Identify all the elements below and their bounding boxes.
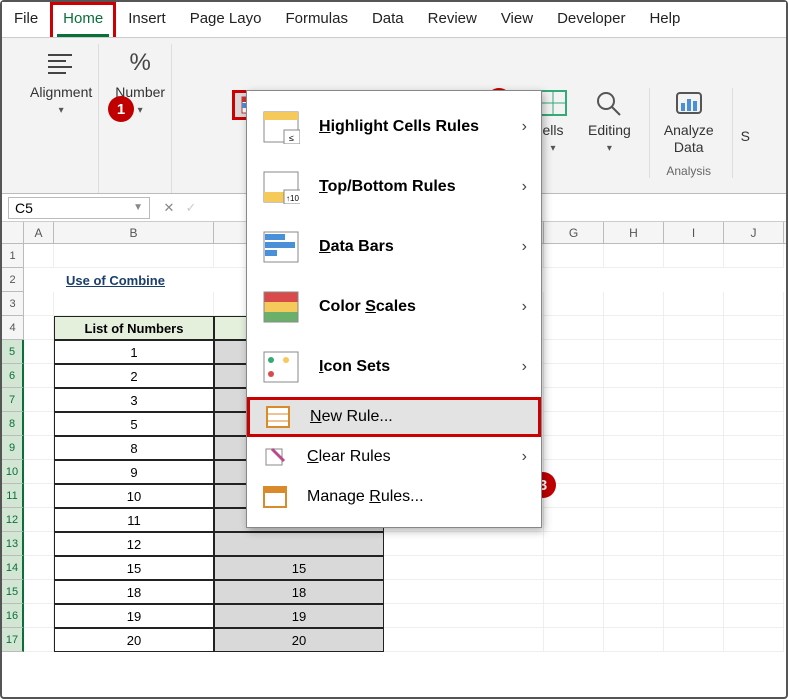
row-15: 15 18 18 bbox=[2, 580, 786, 604]
colhead-b[interactable]: B bbox=[54, 222, 214, 243]
clearrules-icon bbox=[261, 439, 289, 475]
colorscales-icon bbox=[261, 289, 301, 325]
topbottom-icon: ↑10 bbox=[261, 169, 301, 205]
menu-databars-label: Data Bars bbox=[319, 238, 394, 256]
tab-data[interactable]: Data bbox=[360, 2, 416, 37]
row-17: 17 20 20 bbox=[2, 628, 786, 652]
colhead-i[interactable]: I bbox=[664, 222, 724, 243]
search-icon bbox=[592, 88, 626, 118]
tab-formulas[interactable]: Formulas bbox=[273, 2, 360, 37]
menu-highlight-cells-rules[interactable]: ≤ Highlight Cells Rules › bbox=[247, 97, 541, 157]
chevron-down-icon: ▾ bbox=[588, 143, 631, 154]
accept-edit-icon[interactable]: ✓ bbox=[180, 200, 202, 216]
group-s-label: S bbox=[741, 128, 750, 145]
tab-developer[interactable]: Developer bbox=[545, 2, 637, 37]
group-analyze-label1: Analyze bbox=[664, 122, 714, 139]
svg-text:≤: ≤ bbox=[289, 133, 294, 143]
group-analyze[interactable]: Analyze Data Analysis bbox=[649, 88, 714, 178]
svg-text:↑10: ↑10 bbox=[286, 194, 299, 203]
chevron-right-icon: › bbox=[522, 178, 527, 196]
ribbon-right-groups: ells ▾ Editing ▾ Analyze Data Analys bbox=[536, 88, 750, 178]
menu-icon-sets[interactable]: Icon Sets › bbox=[247, 337, 541, 397]
chevron-right-icon: › bbox=[522, 118, 527, 136]
menu-clear-rules[interactable]: Clear Rules › bbox=[247, 437, 541, 477]
colhead-g[interactable]: G bbox=[544, 222, 604, 243]
highlight-cells-icon: ≤ bbox=[261, 109, 301, 145]
menu-color-scales[interactable]: Color Scales › bbox=[247, 277, 541, 337]
callout-1: 1 bbox=[108, 96, 134, 122]
analyze-icon bbox=[672, 88, 706, 118]
group-analysis-caption: Analysis bbox=[664, 164, 714, 178]
chevron-right-icon: › bbox=[522, 448, 527, 466]
colhead-j[interactable]: J bbox=[724, 222, 784, 243]
tab-page-layout[interactable]: Page Layo bbox=[178, 2, 274, 37]
align-icon bbox=[44, 48, 78, 78]
group-alignment[interactable]: Alignment ▾ bbox=[24, 44, 99, 193]
chevron-down-icon: ▼ bbox=[133, 202, 143, 213]
colhead-h[interactable]: H bbox=[604, 222, 664, 243]
row-14: 14 15 15 bbox=[2, 556, 786, 580]
group-sensitivity[interactable]: S bbox=[732, 88, 750, 178]
newrule-icon bbox=[264, 399, 292, 435]
group-editing[interactable]: Editing ▾ bbox=[588, 88, 631, 178]
group-alignment-label: Alignment bbox=[30, 84, 92, 101]
menu-manage-rules[interactable]: Manage Rules... bbox=[247, 477, 541, 517]
header-list-of-numbers: List of Numbers bbox=[54, 316, 214, 340]
chevron-right-icon: › bbox=[522, 238, 527, 256]
menu-clear-label: Clear Rules bbox=[307, 448, 391, 466]
tab-insert[interactable]: Insert bbox=[116, 2, 178, 37]
row-16: 16 19 19 bbox=[2, 604, 786, 628]
tab-help[interactable]: Help bbox=[637, 2, 692, 37]
percent-icon: % bbox=[123, 48, 157, 78]
group-analyze-label2: Data bbox=[664, 139, 714, 156]
name-box[interactable]: C5 ▼ bbox=[8, 197, 150, 219]
colhead-a[interactable]: A bbox=[24, 222, 54, 243]
ribbon-tabs: File Home Insert Page Layo Formulas Data… bbox=[2, 2, 786, 38]
menu-new-rule[interactable]: New Rule... bbox=[247, 397, 541, 437]
tab-view[interactable]: View bbox=[489, 2, 545, 37]
tab-review[interactable]: Review bbox=[416, 2, 489, 37]
row-13: 13 12 bbox=[2, 532, 786, 556]
iconsets-icon bbox=[261, 349, 301, 385]
cancel-edit-icon[interactable]: ✕ bbox=[158, 200, 180, 216]
tab-home[interactable]: Home bbox=[50, 2, 116, 37]
chevron-right-icon: › bbox=[522, 358, 527, 376]
menu-topbottom-label: Top/Bottom Rules bbox=[319, 178, 456, 196]
menu-highlight-label: Highlight Cells Rules bbox=[319, 118, 479, 136]
name-box-value: C5 bbox=[15, 200, 33, 216]
managerules-icon bbox=[261, 479, 289, 515]
menu-iconsets-label: Icon Sets bbox=[319, 358, 390, 376]
conditional-formatting-menu: ≤ Highlight Cells Rules › ↑10 Top/Bottom… bbox=[246, 90, 542, 528]
tab-file[interactable]: File bbox=[2, 2, 50, 37]
menu-colorscales-label: Color Scales bbox=[319, 298, 416, 316]
databars-icon bbox=[261, 229, 301, 265]
chevron-down-icon: ▾ bbox=[138, 105, 143, 116]
menu-data-bars[interactable]: Data Bars › bbox=[247, 217, 541, 277]
menu-newrule-label: New Rule... bbox=[310, 408, 393, 426]
chevron-down-icon: ▾ bbox=[59, 105, 64, 116]
menu-topbottom-rules[interactable]: ↑10 Top/Bottom Rules › bbox=[247, 157, 541, 217]
menu-manage-label: Manage Rules... bbox=[307, 488, 424, 506]
group-editing-label: Editing bbox=[588, 122, 631, 139]
chevron-right-icon: › bbox=[522, 298, 527, 316]
